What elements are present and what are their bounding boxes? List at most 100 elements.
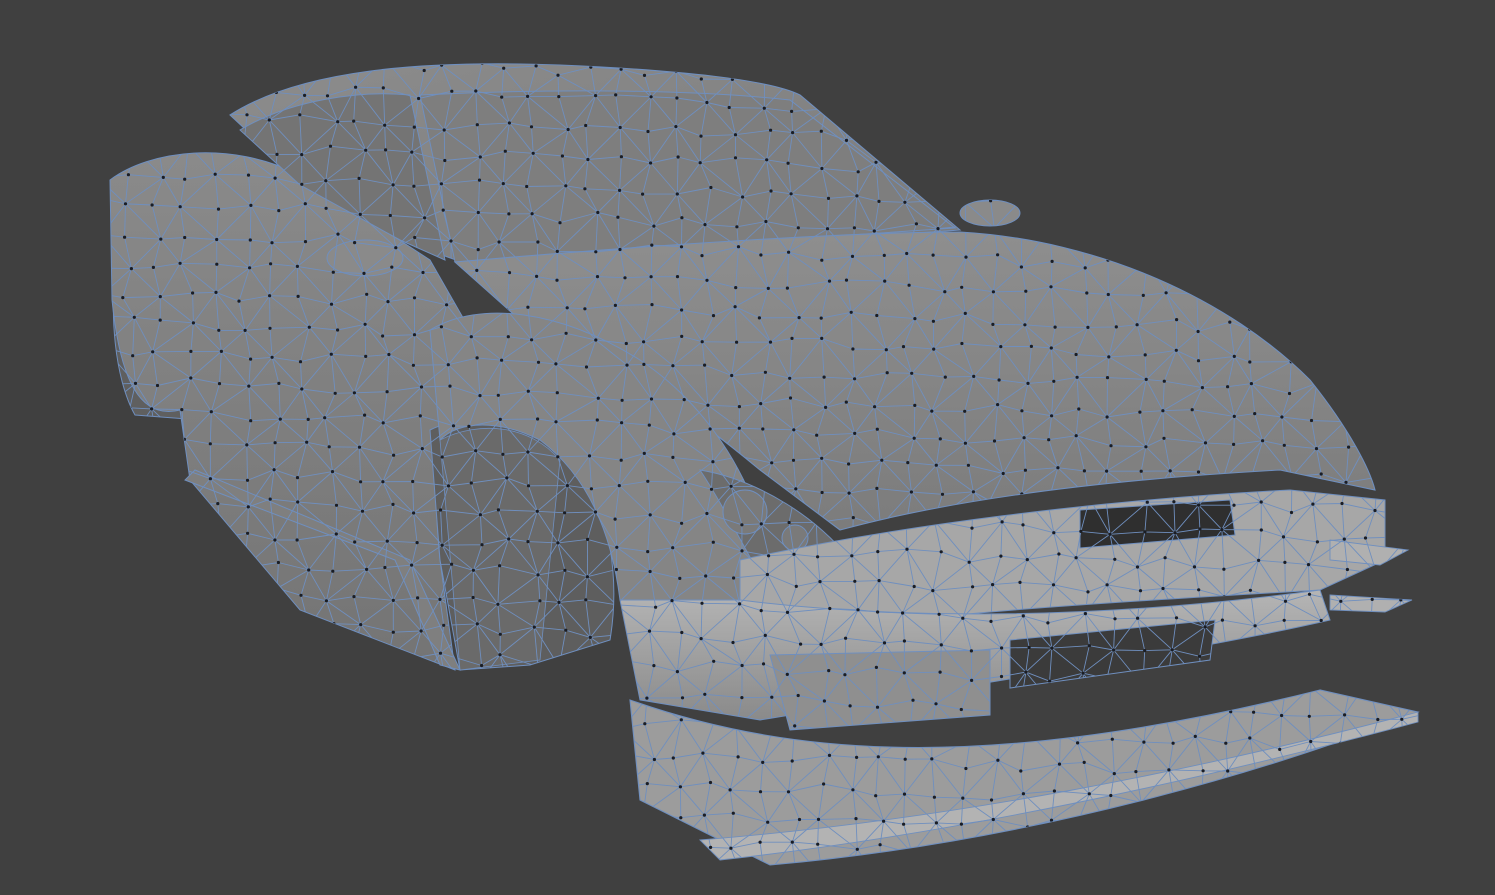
mesh-vertex [391, 502, 395, 506]
mesh-vertex [1430, 778, 1433, 781]
mesh-vertex [154, 561, 158, 565]
mesh-vertex [393, 830, 397, 835]
mesh-vertex [587, 454, 592, 458]
mesh-vertex [440, 715, 444, 719]
mesh-vertex [1145, 712, 1149, 716]
car-mesh-render[interactable] [0, 0, 1495, 895]
mesh-vertex [150, 790, 154, 795]
mesh-vertex [1392, 206, 1396, 210]
mesh-vertex [1113, 557, 1117, 561]
mesh-vertex [411, 363, 415, 367]
mesh-vertex [1260, 150, 1264, 154]
mesh-vertex [1307, 354, 1311, 359]
mesh-vertex [763, 633, 767, 638]
mesh-vertex [1394, 331, 1398, 335]
mesh-vertex [901, 77, 905, 81]
mesh-vertex [133, 731, 137, 735]
3d-viewport[interactable] [0, 0, 1495, 895]
mesh-vertex [1088, 496, 1092, 501]
mesh-vertex [1138, 589, 1143, 593]
mesh-vertex [97, 741, 100, 744]
mesh-vertex [450, 89, 454, 93]
mesh-vertex [126, 173, 130, 177]
mesh-vertex [500, 358, 504, 362]
mesh-vertex [584, 598, 588, 602]
mesh-vertex [480, 63, 484, 65]
mesh-vertex [680, 630, 684, 635]
mesh-vertex [1371, 385, 1375, 389]
mesh-vertex [912, 436, 916, 440]
mesh-vertex [1430, 94, 1433, 97]
mesh-vertex [129, 267, 133, 271]
mesh-vertex [843, 673, 847, 677]
mesh-vertex [1200, 682, 1204, 686]
mesh-vertex [1259, 500, 1263, 504]
mesh-vertex [1392, 92, 1396, 96]
mesh-vertex [738, 602, 742, 606]
mesh-vertex [1368, 744, 1372, 748]
mesh-vertex [469, 718, 473, 723]
mesh-vertex [824, 77, 829, 81]
mesh-vertex [619, 814, 624, 818]
mesh-vertex [822, 782, 826, 786]
mesh-vertex [1141, 684, 1145, 688]
mesh-vertex [1199, 804, 1203, 809]
mesh-vertex [294, 799, 298, 803]
mesh-vertex [761, 427, 765, 431]
mesh-vertex [440, 543, 444, 547]
mesh-vertex [1074, 556, 1078, 560]
mesh-vertex [1223, 236, 1227, 240]
mesh-vertex [932, 106, 936, 110]
mesh-vertex [1345, 567, 1349, 572]
mesh-vertex [526, 540, 530, 544]
mesh-vertex [1343, 420, 1347, 424]
mesh-vertex [1026, 381, 1030, 385]
mesh-vertex [272, 468, 276, 472]
mesh-vertex [1190, 408, 1194, 412]
mesh-vertex [733, 156, 738, 160]
mesh-vertex [208, 442, 212, 446]
mesh-vertex [160, 592, 164, 596]
mesh-vertex [501, 452, 505, 456]
mesh-vertex [185, 792, 189, 796]
mesh-vertex [623, 276, 627, 280]
mesh-vertex [420, 447, 424, 451]
mesh-vertex [183, 177, 187, 181]
mesh-vertex [967, 560, 971, 564]
mesh-vertex [940, 492, 945, 496]
mesh-vertex [827, 279, 832, 283]
mesh-vertex [787, 520, 791, 525]
mesh-vertex [1020, 226, 1024, 230]
mesh-vertex [875, 313, 879, 318]
mesh-vertex [1308, 89, 1312, 94]
mesh-vertex [711, 314, 716, 318]
mesh-vertex [189, 376, 193, 380]
mesh-vertex [1400, 717, 1404, 721]
mesh-vertex [1365, 798, 1369, 802]
mesh-vertex [1248, 860, 1252, 865]
mesh-vertex [617, 484, 621, 488]
mesh-vertex [303, 240, 308, 244]
mesh-vertex [648, 569, 652, 574]
mesh-vertex [265, 619, 269, 623]
mesh-vertex [1105, 677, 1109, 681]
mesh-vertex [183, 621, 187, 625]
mesh-vertex [178, 261, 182, 265]
mesh-vertex [384, 148, 388, 152]
mesh-vertex [675, 192, 679, 196]
mesh-vertex [506, 335, 510, 339]
mesh-vertex [161, 709, 165, 713]
mesh-vertex [1314, 203, 1319, 208]
mesh-vertex [699, 134, 703, 138]
mesh-vertex [334, 891, 337, 894]
mesh-vertex [1404, 771, 1408, 776]
mesh-vertex [1249, 202, 1253, 206]
mesh-vertex [150, 112, 154, 117]
mesh-vertex [1085, 853, 1089, 858]
mesh-vertex [123, 882, 126, 885]
mesh-vertex [1226, 769, 1230, 773]
mesh-vertex [1111, 169, 1115, 173]
mesh-vertex [938, 437, 942, 441]
mesh-vertex [186, 683, 190, 687]
mesh-vertex [329, 650, 333, 654]
